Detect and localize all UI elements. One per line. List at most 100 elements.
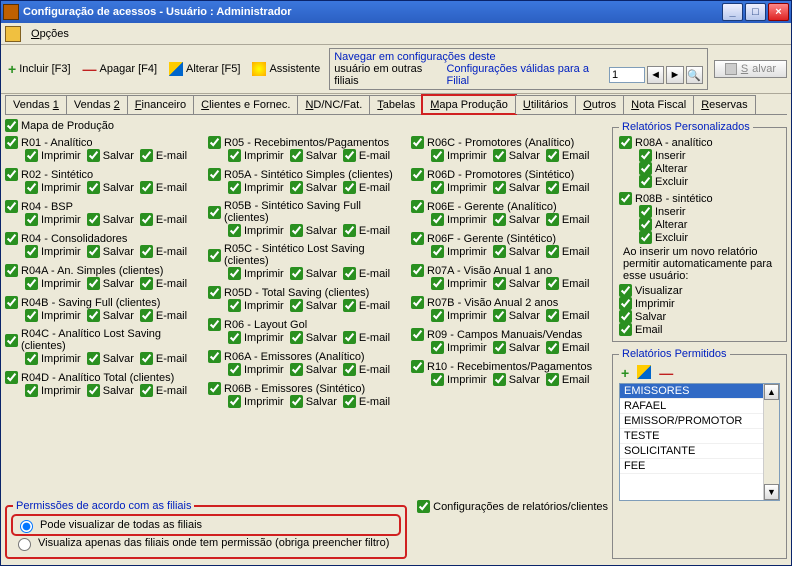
cb-auto-imprimir[interactable] — [619, 297, 632, 310]
cb-report[interactable] — [5, 296, 18, 309]
tab-tabelas[interactable]: Tabelas — [369, 95, 423, 114]
cb-salvar[interactable] — [87, 384, 100, 397]
cb-report[interactable] — [208, 382, 221, 395]
cb-imprimir[interactable] — [228, 224, 241, 237]
nav-next-button[interactable]: ► — [666, 66, 683, 84]
cb-imprimir[interactable] — [228, 267, 241, 280]
incluir-button[interactable]: +Incluir [F3] — [5, 60, 74, 78]
list-item[interactable]: TESTE — [620, 429, 763, 444]
cb-report[interactable] — [5, 200, 18, 213]
cb-salvar[interactable] — [87, 213, 100, 226]
tab-mapa-produ-o[interactable]: Mapa Produção — [422, 95, 516, 114]
cb-imprimir[interactable] — [228, 331, 241, 344]
cb-report[interactable] — [5, 168, 18, 181]
cb-report[interactable] — [5, 232, 18, 245]
tab-vendas-2[interactable]: Vendas 2 — [66, 95, 128, 114]
cb-report[interactable] — [411, 360, 424, 373]
cb-report[interactable] — [208, 206, 221, 219]
cb-imprimir[interactable] — [25, 149, 38, 162]
cb-imprimir[interactable] — [431, 213, 444, 226]
cb-email2[interactable] — [546, 245, 559, 258]
apagar-button[interactable]: —Apagar [F4] — [80, 60, 160, 78]
cb-email[interactable] — [140, 181, 153, 194]
scroll-up-icon[interactable]: ▲ — [764, 384, 779, 400]
cb-imprimir[interactable] — [431, 245, 444, 258]
list-item[interactable]: SOLICITANTE — [620, 444, 763, 459]
cb-salvar[interactable] — [290, 224, 303, 237]
cb-salvar[interactable] — [87, 352, 100, 365]
salvar-button[interactable]: Salvar — [714, 60, 787, 78]
cb-email2[interactable] — [546, 277, 559, 290]
cb-salvar[interactable] — [290, 299, 303, 312]
cb-report[interactable] — [5, 371, 18, 384]
cb-imprimir[interactable] — [25, 213, 38, 226]
cb-r08a-excluir[interactable] — [639, 175, 652, 188]
cb-salvar[interactable] — [290, 363, 303, 376]
cb-imprimir[interactable] — [228, 363, 241, 376]
cb-imprimir[interactable] — [25, 277, 38, 290]
cb-imprimir[interactable] — [431, 373, 444, 386]
cb-r08b-alterar[interactable] — [639, 218, 652, 231]
cb-imprimir[interactable] — [25, 352, 38, 365]
radio-todas-filiais[interactable]: Pode visualizar de todas as filiais — [13, 516, 399, 534]
cb-auto-email[interactable] — [619, 323, 632, 336]
list-item[interactable]: EMISSOR/PROMOTOR — [620, 414, 763, 429]
cb-salvar[interactable] — [87, 277, 100, 290]
cb-imprimir[interactable] — [228, 395, 241, 408]
list-remove-button[interactable]: — — [659, 365, 673, 381]
cb-report[interactable] — [411, 296, 424, 309]
list-item[interactable]: RAFAEL — [620, 399, 763, 414]
cb-email[interactable] — [343, 149, 356, 162]
cb-r08b[interactable] — [619, 192, 632, 205]
cb-report[interactable] — [5, 136, 18, 149]
cb-report[interactable] — [411, 200, 424, 213]
filial-input[interactable] — [609, 67, 645, 83]
tab-nd-nc-fat-[interactable]: ND/NC/Fat. — [297, 95, 370, 114]
cb-imprimir[interactable] — [228, 149, 241, 162]
cb-r08b-excluir[interactable] — [639, 231, 652, 244]
cb-imprimir[interactable] — [25, 309, 38, 322]
cb-salvar[interactable] — [493, 277, 506, 290]
cb-config-relatorios[interactable] — [417, 500, 430, 513]
cb-report[interactable] — [208, 136, 221, 149]
cb-salvar[interactable] — [87, 149, 100, 162]
cb-report[interactable] — [5, 334, 18, 347]
cb-salvar[interactable] — [493, 245, 506, 258]
list-permitidos[interactable]: EMISSORESRAFAELEMISSOR/PROMOTORTESTESOLI… — [619, 383, 780, 501]
cb-salvar[interactable] — [493, 213, 506, 226]
cb-email2[interactable] — [546, 213, 559, 226]
cb-email[interactable] — [140, 277, 153, 290]
tab-vendas-1[interactable]: Vendas 1 — [5, 95, 67, 114]
cb-email[interactable] — [343, 331, 356, 344]
cb-email[interactable] — [343, 395, 356, 408]
nav-link[interactable]: Configurações válidas para a Filial — [446, 63, 607, 87]
cb-salvar[interactable] — [493, 341, 506, 354]
nav-first-button[interactable]: ◄ — [647, 66, 664, 84]
cb-imprimir[interactable] — [25, 245, 38, 258]
cb-imprimir[interactable] — [431, 341, 444, 354]
cb-auto-salvar[interactable] — [619, 310, 632, 323]
cb-report[interactable] — [208, 249, 221, 262]
cb-imprimir[interactable] — [431, 277, 444, 290]
cb-salvar[interactable] — [87, 245, 100, 258]
nav-search-button[interactable]: 🔍 — [686, 66, 703, 84]
cb-salvar[interactable] — [290, 149, 303, 162]
cb-report[interactable] — [411, 328, 424, 341]
assistente-button[interactable]: Assistente — [249, 61, 323, 77]
cb-imprimir[interactable] — [431, 149, 444, 162]
cb-salvar[interactable] — [493, 309, 506, 322]
cb-imprimir[interactable] — [25, 384, 38, 397]
tab-reservas[interactable]: Reservas — [693, 95, 755, 114]
cb-report[interactable] — [208, 318, 221, 331]
tab-outros[interactable]: Outros — [575, 95, 624, 114]
cb-email[interactable] — [343, 267, 356, 280]
cb-salvar[interactable] — [493, 149, 506, 162]
maximize-button[interactable]: □ — [745, 3, 766, 21]
cb-salvar[interactable] — [290, 395, 303, 408]
tab-nota-fiscal[interactable]: Nota Fiscal — [623, 95, 694, 114]
cb-email[interactable] — [343, 224, 356, 237]
cb-report[interactable] — [208, 286, 221, 299]
cb-report[interactable] — [411, 232, 424, 245]
tab-clientes-e-fornec-[interactable]: Clientes e Fornec. — [193, 95, 298, 114]
cb-email2[interactable] — [546, 341, 559, 354]
